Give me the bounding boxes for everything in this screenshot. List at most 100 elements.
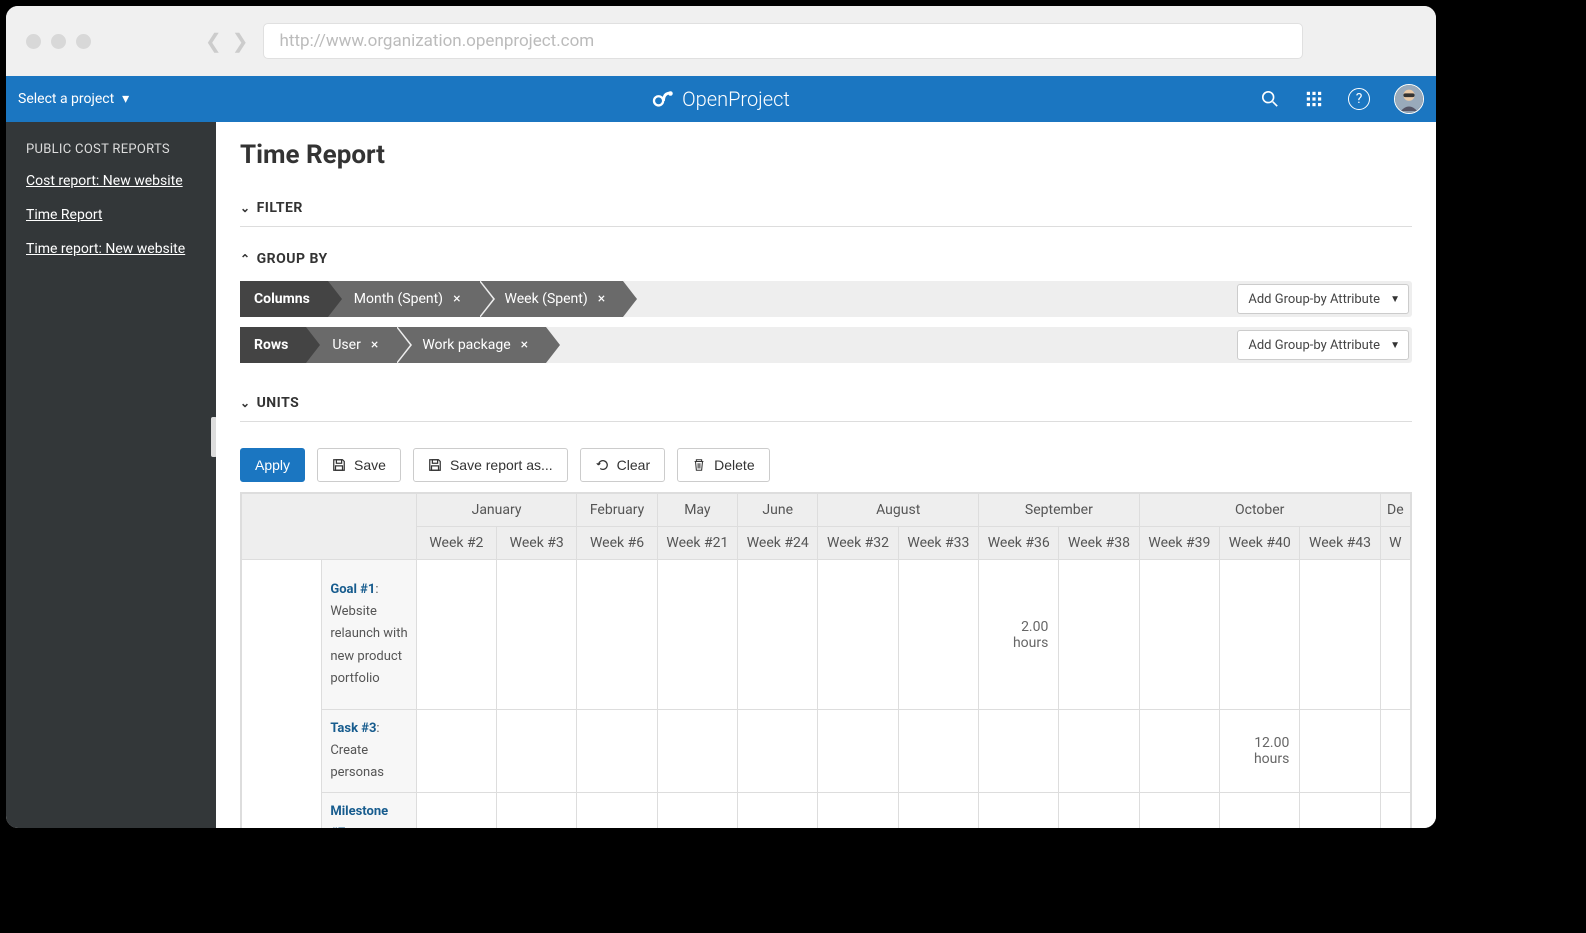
- groupby-label: GROUP BY: [257, 251, 328, 267]
- data-cell: [1300, 793, 1380, 828]
- close-icon[interactable]: ×: [371, 337, 378, 353]
- project-selector[interactable]: Select a project ▾: [18, 91, 129, 107]
- week-header: Week #21: [657, 527, 737, 560]
- chip-label: Month (Spent): [354, 291, 443, 307]
- data-cell: [497, 560, 577, 710]
- data-cell: [979, 710, 1059, 793]
- month-header: August: [818, 494, 979, 527]
- week-header: Week #6: [577, 527, 657, 560]
- forward-icon[interactable]: ❯: [232, 29, 249, 53]
- data-cell: [898, 560, 978, 710]
- page-title: Time Report: [240, 140, 1412, 170]
- sidebar-item-time-report[interactable]: Time Report: [26, 207, 196, 223]
- data-cell: [1139, 560, 1219, 710]
- save-icon: [428, 458, 442, 472]
- url-input[interactable]: http://www.organization.openproject.com: [263, 23, 1303, 59]
- save-button[interactable]: Save: [317, 448, 401, 482]
- top-nav: Select a project ▾ OpenProject ?: [6, 76, 1436, 122]
- work-package-cell[interactable]: Milestone #7:: [322, 793, 416, 828]
- column-chip-week[interactable]: Week (Spent) ×: [479, 281, 624, 317]
- work-package-cell[interactable]: Goal #1: Website relaunch with new produ…: [322, 560, 416, 710]
- save-icon: [332, 458, 346, 472]
- close-icon[interactable]: ×: [453, 291, 460, 307]
- report-table: JanuaryFebruaryMayJuneAugustSeptemberOct…: [240, 492, 1412, 828]
- data-cell: [416, 560, 496, 710]
- trash-icon: [692, 458, 706, 472]
- user-row-header[interactable]: John Doe: [242, 560, 322, 829]
- brand-logo-icon: [652, 88, 674, 110]
- delete-button[interactable]: Delete: [677, 448, 769, 482]
- row-chip-work-package[interactable]: Work package ×: [396, 327, 546, 363]
- traffic-dot[interactable]: [51, 34, 66, 49]
- data-cell: [738, 560, 818, 710]
- week-header: W: [1380, 527, 1410, 560]
- filter-label: FILTER: [257, 200, 303, 216]
- week-header: Week #33: [898, 527, 978, 560]
- month-header: May: [657, 494, 737, 527]
- back-icon[interactable]: ❮: [205, 29, 222, 53]
- undo-icon: [595, 458, 609, 472]
- units-section-toggle[interactable]: ⌄ UNITS: [240, 385, 1412, 422]
- week-header: Week #24: [738, 527, 818, 560]
- close-icon[interactable]: ×: [598, 291, 605, 307]
- brand-label: OpenProject: [682, 87, 790, 111]
- brand[interactable]: OpenProject: [652, 87, 790, 111]
- chip-label: Work package: [422, 337, 510, 353]
- month-header: June: [738, 494, 818, 527]
- chevron-down-icon: ▾: [122, 91, 129, 107]
- apply-button[interactable]: Apply: [240, 448, 305, 482]
- save-as-label: Save report as...: [450, 457, 553, 473]
- columns-label: Columns: [240, 281, 328, 317]
- data-cell: [577, 793, 657, 828]
- month-header: January: [416, 494, 577, 527]
- data-cell: [577, 710, 657, 793]
- data-cell: [657, 560, 737, 710]
- data-cell: [1380, 793, 1410, 828]
- data-cell: [818, 560, 898, 710]
- data-cell: [979, 793, 1059, 828]
- data-cell: [1380, 710, 1410, 793]
- groupby-columns-row: Columns Month (Spent) × Week (Spent) × A…: [240, 281, 1412, 317]
- data-cell: [1300, 710, 1380, 793]
- data-cell: [416, 710, 496, 793]
- close-icon[interactable]: ×: [521, 337, 528, 353]
- data-cell: [416, 793, 496, 828]
- groupby-section-toggle[interactable]: ⌃ GROUP BY: [240, 241, 1412, 277]
- traffic-dot[interactable]: [76, 34, 91, 49]
- chip-label: User: [332, 337, 360, 353]
- save-as-button[interactable]: Save report as...: [413, 448, 568, 482]
- work-package-cell[interactable]: Task #3: Create personas: [322, 710, 416, 793]
- clear-button[interactable]: Clear: [580, 448, 665, 482]
- clear-label: Clear: [617, 457, 650, 473]
- sidebar-item-time-report-new-website[interactable]: Time report: New website: [26, 241, 196, 257]
- data-cell: [1220, 793, 1300, 828]
- data-cell: [898, 710, 978, 793]
- search-icon[interactable]: [1260, 89, 1280, 109]
- week-header: Week #36: [979, 527, 1059, 560]
- traffic-dot[interactable]: [26, 34, 41, 49]
- chevron-up-icon: ⌃: [240, 252, 251, 266]
- column-chip-month[interactable]: Month (Spent) ×: [328, 281, 479, 317]
- help-icon[interactable]: ?: [1348, 88, 1370, 110]
- data-cell: [818, 793, 898, 828]
- project-selector-label: Select a project: [18, 91, 114, 107]
- delete-label: Delete: [714, 457, 754, 473]
- sidebar: PUBLIC COST REPORTS Cost report: New web…: [6, 122, 216, 828]
- filter-section-toggle[interactable]: ⌄ FILTER: [240, 190, 1412, 227]
- chip-label: Week (Spent): [505, 291, 588, 307]
- add-row-attribute-select[interactable]: Add Group-by Attribute: [1237, 330, 1409, 360]
- avatar[interactable]: [1394, 84, 1424, 114]
- data-cell: [1300, 560, 1380, 710]
- rows-label: Rows: [240, 327, 306, 363]
- groupby-rows-row: Rows User × Work package × Add Group-by …: [240, 327, 1412, 363]
- data-cell: [898, 793, 978, 828]
- chevron-down-icon: ⌄: [240, 201, 251, 215]
- week-header: Week #38: [1059, 527, 1139, 560]
- sidebar-item-cost-report-new-website[interactable]: Cost report: New website: [26, 173, 196, 189]
- apps-icon[interactable]: [1304, 89, 1324, 109]
- browser-chrome: ❮ ❯ http://www.organization.openproject.…: [6, 6, 1436, 76]
- add-column-attribute-select[interactable]: Add Group-by Attribute: [1237, 284, 1409, 314]
- week-header: Week #40: [1220, 527, 1300, 560]
- data-cell: [657, 710, 737, 793]
- sidebar-heading: PUBLIC COST REPORTS: [26, 142, 196, 157]
